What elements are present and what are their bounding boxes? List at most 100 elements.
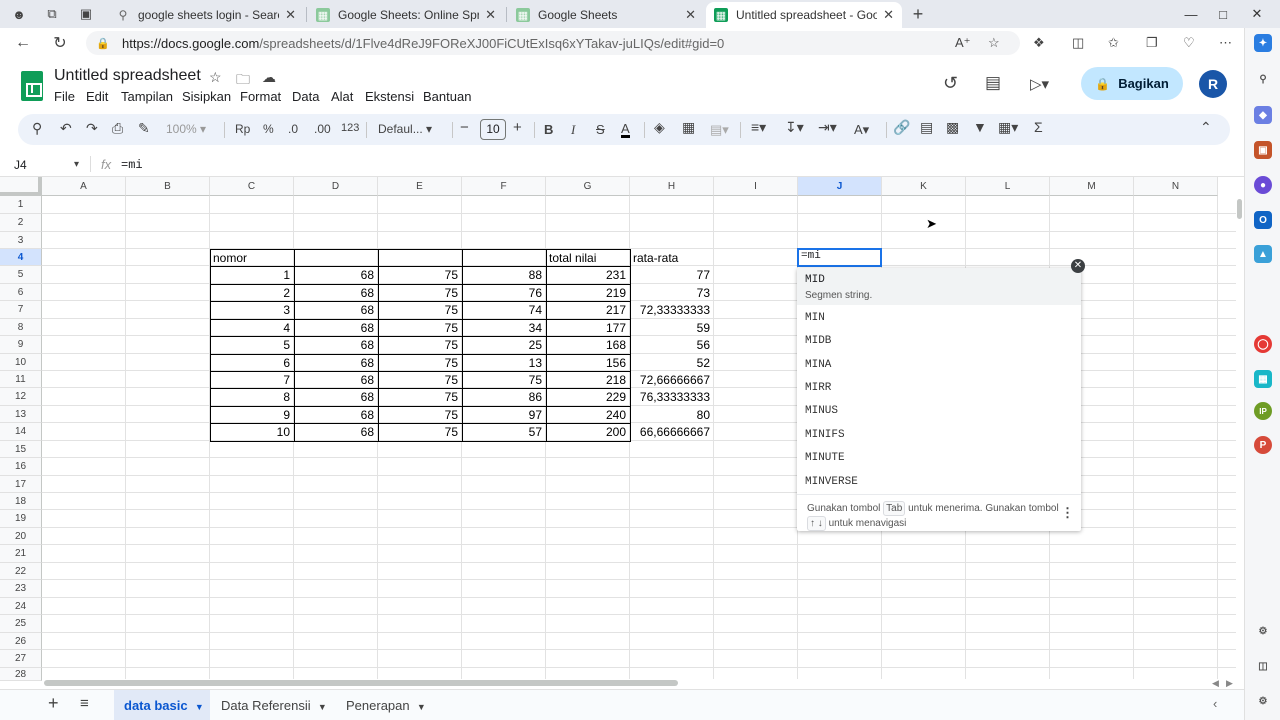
table-cell[interactable]: 68: [294, 356, 374, 370]
table-cell[interactable]: 76,33333333: [630, 390, 710, 404]
add-sheet-button[interactable]: +: [48, 693, 59, 714]
split-screen-icon[interactable]: ◫: [1072, 35, 1084, 51]
close-autocomplete-icon[interactable]: ✕: [1071, 259, 1085, 273]
row-header-11[interactable]: 11: [0, 371, 42, 388]
close-tab-icon[interactable]: ✕: [685, 7, 696, 23]
table-cell[interactable]: 75: [378, 286, 458, 300]
table-cell[interactable]: 88: [462, 268, 542, 282]
read-aloud-icon[interactable]: A⁺: [955, 35, 971, 51]
row-header-6[interactable]: 6: [0, 284, 42, 301]
table-cell[interactable]: 156: [546, 356, 626, 370]
column-header-d[interactable]: D: [294, 177, 378, 196]
table-cell[interactable]: 56: [630, 338, 710, 352]
all-sheets-icon[interactable]: ≡: [80, 695, 89, 712]
select-all-corner[interactable]: [0, 177, 42, 196]
table-cell[interactable]: 6: [210, 356, 290, 370]
comments-icon[interactable]: ▤: [985, 73, 1001, 93]
row-header-14[interactable]: 14: [0, 423, 42, 441]
table-cell[interactable]: 68: [294, 286, 374, 300]
formula-input[interactable]: =mi: [121, 158, 143, 172]
row-header-9[interactable]: 9: [0, 336, 42, 354]
table-cell[interactable]: 75: [378, 321, 458, 335]
close-tab-icon[interactable]: ✕: [883, 7, 894, 23]
browser-tab-search[interactable]: ⚲ google sheets login - Search ✕: [108, 2, 304, 28]
back-button[interactable]: ←: [11, 32, 35, 54]
autocomplete-item[interactable]: MIN: [805, 312, 825, 324]
row-header-17[interactable]: 17: [0, 476, 42, 493]
new-tab-button[interactable]: +: [906, 3, 930, 25]
table-cell[interactable]: 75: [378, 425, 458, 439]
table-cell[interactable]: 72,66666667: [630, 373, 710, 387]
search-icon[interactable]: ⚲: [1254, 70, 1272, 88]
copilot-icon[interactable]: ✦: [1254, 34, 1272, 52]
number-format-button[interactable]: 123: [341, 122, 359, 134]
menu-help[interactable]: Bantuan: [423, 89, 471, 104]
row-header-5[interactable]: 5: [0, 266, 42, 284]
fill-color-icon[interactable]: ◈: [654, 119, 665, 136]
column-header-i[interactable]: I: [714, 177, 798, 196]
table-cell[interactable]: 68: [294, 338, 374, 352]
url-field[interactable]: 🔒 https://docs.google.com/spreadsheets/d…: [86, 31, 1020, 55]
column-header-m[interactable]: M: [1050, 177, 1134, 196]
sheet-tab-penerapan[interactable]: Penerapan ▼: [346, 698, 426, 713]
column-header-e[interactable]: E: [378, 177, 462, 196]
table-cell[interactable]: 219: [546, 286, 626, 300]
menu-file[interactable]: File: [54, 89, 75, 104]
strikethrough-icon[interactable]: S: [596, 122, 605, 137]
vertical-align-icon[interactable]: ↧▾: [785, 119, 804, 136]
ip-app-icon[interactable]: IP: [1254, 402, 1272, 420]
scroll-right-arrow-icon[interactable]: ▶: [1226, 678, 1233, 689]
table-cell[interactable]: 2: [210, 286, 290, 300]
table-cell[interactable]: 5: [210, 338, 290, 352]
table-cell[interactable]: 75: [378, 390, 458, 404]
cell-header-nomor[interactable]: nomor: [213, 251, 293, 265]
horizontal-align-icon[interactable]: ≡▾: [751, 119, 766, 136]
row-header-20[interactable]: 20: [0, 528, 42, 545]
decrease-font-size-icon[interactable]: −: [460, 119, 469, 136]
name-box-dropdown-icon[interactable]: ▾: [74, 159, 79, 170]
more-menu-icon[interactable]: ⋯: [1219, 35, 1232, 51]
column-header-k[interactable]: K: [882, 177, 966, 196]
share-button[interactable]: 🔒 Bagikan: [1081, 67, 1183, 100]
row-header-7[interactable]: 7: [0, 301, 42, 319]
increase-decimal-button[interactable]: .00: [314, 122, 331, 136]
autocomplete-item[interactable]: MINIFS: [805, 429, 845, 441]
avatar[interactable]: R: [1199, 70, 1227, 98]
close-tab-icon[interactable]: ✕: [285, 7, 296, 23]
zoom-select[interactable]: 100% ▾: [166, 122, 206, 136]
table-cell[interactable]: 177: [546, 321, 626, 335]
row-header-24[interactable]: 24: [0, 598, 42, 615]
table-cell[interactable]: 68: [294, 425, 374, 439]
extensions-icon[interactable]: ❖: [1033, 35, 1045, 51]
redo-icon[interactable]: ↷: [86, 120, 98, 137]
browser-tab-untitled-spreadsheet[interactable]: ▦ Untitled spreadsheet - Google Sp ✕: [706, 2, 902, 28]
insert-link-icon[interactable]: 🔗: [893, 119, 910, 136]
functions-icon[interactable]: Σ: [1034, 119, 1043, 135]
table-cell[interactable]: 73: [630, 286, 710, 300]
table-cell[interactable]: 52: [630, 356, 710, 370]
row-header-3[interactable]: 3: [0, 232, 42, 249]
table-cell[interactable]: 231: [546, 268, 626, 282]
row-header-21[interactable]: 21: [0, 545, 42, 563]
row-header-22[interactable]: 22: [0, 563, 42, 580]
table-cell[interactable]: 168: [546, 338, 626, 352]
table-cell[interactable]: 75: [462, 373, 542, 387]
table-cell[interactable]: 217: [546, 303, 626, 317]
italic-icon[interactable]: I: [571, 122, 575, 138]
browser-tab-sheets-online[interactable]: ▦ Google Sheets: Online Spreadsh ✕: [308, 2, 504, 28]
autocomplete-item[interactable]: MIRR: [805, 382, 831, 394]
horizontal-scroll-thumb[interactable]: [44, 680, 678, 686]
row-header-18[interactable]: 18: [0, 493, 42, 510]
menu-edit[interactable]: Edit: [86, 89, 108, 104]
font-select[interactable]: Defaul... ▾: [378, 122, 432, 136]
cell-header-rata-rata[interactable]: rata-rata: [633, 251, 713, 265]
tools-icon[interactable]: ▣: [1254, 141, 1272, 159]
column-header-j[interactable]: J: [798, 177, 882, 196]
bold-icon[interactable]: B: [544, 122, 553, 137]
meet-icon[interactable]: ▷▾: [1030, 75, 1049, 93]
table-cell[interactable]: 4: [210, 321, 290, 335]
table-cell[interactable]: 74: [462, 303, 542, 317]
autocomplete-item[interactable]: MID: [805, 274, 825, 286]
column-header-g[interactable]: G: [546, 177, 630, 196]
document-title[interactable]: Untitled spreadsheet: [54, 67, 201, 85]
